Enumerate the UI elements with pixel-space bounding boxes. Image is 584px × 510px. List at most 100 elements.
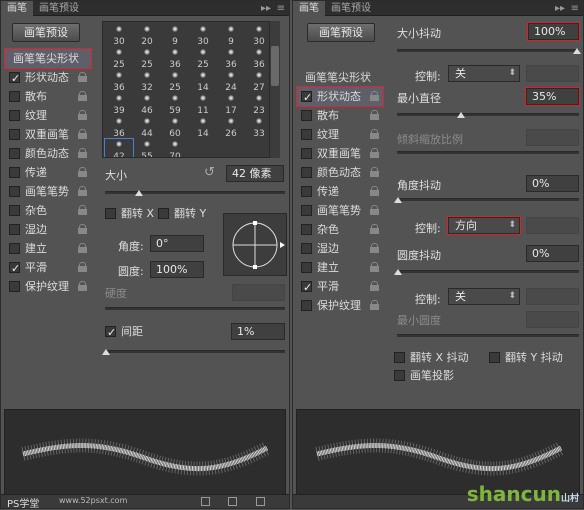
brush-tip-cell[interactable]: 60 xyxy=(161,116,189,139)
brush-tip-cell[interactable]: 46 xyxy=(133,93,161,116)
option-4[interactable]: 双重画笔 xyxy=(297,144,383,163)
brush-tip-cell[interactable]: 44 xyxy=(133,116,161,139)
brush-tip-cell[interactable]: 36 xyxy=(105,116,133,139)
option-0[interactable]: 画笔笔尖形状 xyxy=(297,68,383,87)
brush-tip-cell[interactable]: 36 xyxy=(245,47,271,70)
brush-tip-cell[interactable]: 25 xyxy=(161,70,189,93)
lock-icon[interactable] xyxy=(370,243,379,253)
checkbox-box[interactable] xyxy=(9,129,20,140)
grid-icon[interactable] xyxy=(228,497,237,506)
brush-tip-cell[interactable]: 25 xyxy=(133,47,161,70)
brush-tip-cell[interactable]: 26 xyxy=(217,116,245,139)
checkbox-box[interactable] xyxy=(301,88,312,107)
lock-icon[interactable] xyxy=(78,186,87,196)
collapse-icon[interactable]: ▸▸ xyxy=(261,1,271,16)
checkbox-box[interactable] xyxy=(9,281,20,292)
new-brush-icon[interactable] xyxy=(256,497,265,506)
lock-icon[interactable] xyxy=(370,148,379,158)
option-8[interactable]: 杂色 xyxy=(297,220,383,239)
tab-brush[interactable]: 画笔 xyxy=(1,1,33,16)
option-2[interactable]: 散布 xyxy=(297,106,383,125)
checkbox-box[interactable] xyxy=(9,167,20,178)
brush-tip-cell[interactable]: 59 xyxy=(161,93,189,116)
lock-icon[interactable] xyxy=(78,91,87,101)
checkbox-box[interactable] xyxy=(9,224,20,235)
lock-icon[interactable] xyxy=(370,262,379,272)
checkbox-box[interactable] xyxy=(301,300,312,311)
brush-tip-cell[interactable]: 9 xyxy=(161,24,189,47)
brush-tip-cell[interactable]: 33 xyxy=(245,116,271,139)
brush-tip-cell[interactable]: 24 xyxy=(217,70,245,93)
brush-tip-cell[interactable]: 14 xyxy=(189,116,217,139)
lock-icon[interactable] xyxy=(78,224,87,234)
scroll-thumb[interactable] xyxy=(271,46,279,86)
option-9[interactable]: 湿边 xyxy=(5,220,91,239)
toggle-bristle-icon[interactable] xyxy=(201,497,210,506)
brush-tip-cell[interactable]: 27 xyxy=(245,70,271,93)
spacing-checkbox[interactable]: 间距 xyxy=(101,322,181,342)
control-dropdown-size[interactable]: 关 xyxy=(448,65,520,82)
roundness-field[interactable]: 100% xyxy=(150,261,204,278)
brush-tip-cell[interactable]: 17 xyxy=(217,93,245,116)
lock-icon[interactable] xyxy=(370,129,379,139)
option-7[interactable]: 画笔笔势 xyxy=(297,201,383,220)
brush-tip-grid[interactable]: 30 20 9 30 9 30 25 25 36 25 36 36 36 32 25 14 24 27 39 46 59… xyxy=(102,21,272,158)
brush-projection-checkbox[interactable]: 画笔投影 xyxy=(390,366,480,385)
brush-tip-cell[interactable]: 70 xyxy=(161,139,189,157)
brush-tip-cell[interactable]: 30 xyxy=(105,24,133,47)
checkbox-box[interactable] xyxy=(301,243,312,254)
brush-tip-cell[interactable]: 42 xyxy=(104,138,134,157)
lock-icon[interactable] xyxy=(370,281,379,291)
slider-knob[interactable] xyxy=(573,48,581,54)
option-12[interactable]: 保护纹理 xyxy=(5,277,91,296)
brush-tip-cell[interactable]: 39 xyxy=(105,93,133,116)
min-roundness-field[interactable] xyxy=(526,311,579,328)
size-jitter-slider[interactable] xyxy=(397,48,581,54)
lock-icon[interactable] xyxy=(370,91,379,101)
flip-x-jitter-checkbox[interactable]: 翻转 X 抖动 xyxy=(390,348,480,367)
size-slider[interactable] xyxy=(105,190,285,196)
brush-tip-cell[interactable]: 20 xyxy=(133,24,161,47)
tab-brush-presets[interactable]: 画笔预设 xyxy=(325,1,377,16)
spacing-field[interactable]: 1% xyxy=(231,323,285,340)
option-0[interactable]: 画笔笔尖形状 xyxy=(4,48,92,69)
min-diameter-slider[interactable] xyxy=(397,112,579,118)
option-10[interactable]: 建立 xyxy=(5,239,91,258)
lock-icon[interactable] xyxy=(370,205,379,215)
brush-tip-cell[interactable]: 36 xyxy=(105,70,133,93)
lock-icon[interactable] xyxy=(78,129,87,139)
lock-icon[interactable] xyxy=(78,148,87,158)
lock-icon[interactable] xyxy=(78,262,87,272)
tab-brush[interactable]: 画笔 xyxy=(293,1,325,16)
option-3[interactable]: 纹理 xyxy=(5,106,91,125)
checkbox-box[interactable] xyxy=(9,110,20,121)
checkbox-box[interactable] xyxy=(9,243,20,254)
checkbox-box[interactable] xyxy=(9,186,20,197)
brush-tip-cell[interactable]: 30 xyxy=(245,24,271,47)
angle-fade-field[interactable] xyxy=(526,217,579,234)
collapse-icon[interactable]: ▸▸ xyxy=(555,1,565,16)
fade-steps-field[interactable] xyxy=(526,65,579,82)
slider-knob[interactable] xyxy=(135,190,143,196)
brush-presets-button[interactable]: 画笔预设 xyxy=(307,23,375,42)
option-3[interactable]: 纹理 xyxy=(297,125,383,144)
brush-tip-cell[interactable]: 32 xyxy=(133,70,161,93)
spacing-slider[interactable] xyxy=(102,349,285,355)
checkbox-box[interactable] xyxy=(301,129,312,140)
panel-menu-icon[interactable]: ≡ xyxy=(571,1,579,16)
lock-icon[interactable] xyxy=(78,167,87,177)
option-8[interactable]: 杂色 xyxy=(5,201,91,220)
checkbox-box[interactable] xyxy=(301,110,312,121)
roundness-jitter-slider[interactable] xyxy=(394,269,579,275)
lock-icon[interactable] xyxy=(370,167,379,177)
reset-size-icon[interactable]: ↺ xyxy=(204,165,215,180)
lock-icon[interactable] xyxy=(370,110,379,120)
checkbox-box[interactable] xyxy=(301,278,312,297)
lock-icon[interactable] xyxy=(78,243,87,253)
angle-jitter-field[interactable]: 0% xyxy=(526,175,579,192)
checkbox-box[interactable] xyxy=(9,148,20,159)
control-dropdown-angle[interactable]: 方向 xyxy=(447,216,521,235)
option-2[interactable]: 散布 xyxy=(5,87,91,106)
slider-knob[interactable] xyxy=(457,112,465,118)
checkbox-box[interactable] xyxy=(301,167,312,178)
